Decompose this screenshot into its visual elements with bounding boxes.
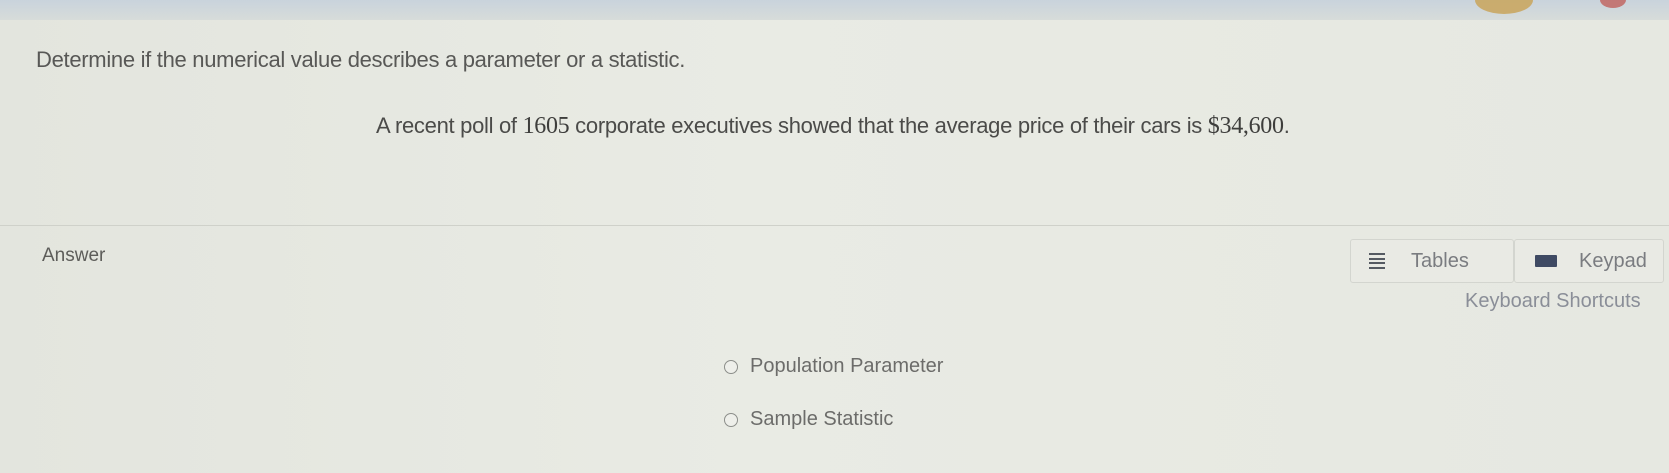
keypad-icon [1535, 255, 1557, 267]
problem-text-start: A recent poll of [376, 113, 523, 138]
question-page: Determine if the numerical value describ… [0, 20, 1669, 473]
tables-button[interactable]: Tables [1350, 239, 1514, 283]
average-price: $34,600 [1207, 113, 1284, 139]
option-label: Population Parameter [750, 355, 944, 377]
problem-statement: A recent poll of 1605 corporate executiv… [376, 113, 1290, 140]
notification-icon [1600, 0, 1626, 8]
answer-label: Answer [42, 245, 106, 266]
question-instruction: Determine if the numerical value describ… [36, 47, 686, 72]
browser-top-strip [0, 0, 1669, 20]
option-sample-statistic[interactable]: Sample Statistic [724, 408, 893, 431]
section-divider [0, 225, 1669, 226]
radio-button[interactable] [724, 359, 738, 374]
problem-text-end: . [1283, 113, 1290, 138]
keypad-button-label: Keypad [1579, 249, 1647, 272]
tables-button-label: Tables [1411, 249, 1469, 272]
keypad-button[interactable]: Keypad [1514, 239, 1664, 283]
radio-button[interactable] [724, 412, 738, 427]
executive-count: 1605 [522, 113, 570, 139]
problem-text-middle: corporate executives showed that the ave… [569, 113, 1208, 138]
avatar [1475, 0, 1533, 14]
option-population-parameter[interactable]: Population Parameter [724, 355, 943, 378]
option-label: Sample Statistic [750, 408, 894, 430]
tables-icon [1369, 253, 1385, 269]
keyboard-shortcuts-link[interactable]: Keyboard Shortcuts [1465, 290, 1641, 313]
